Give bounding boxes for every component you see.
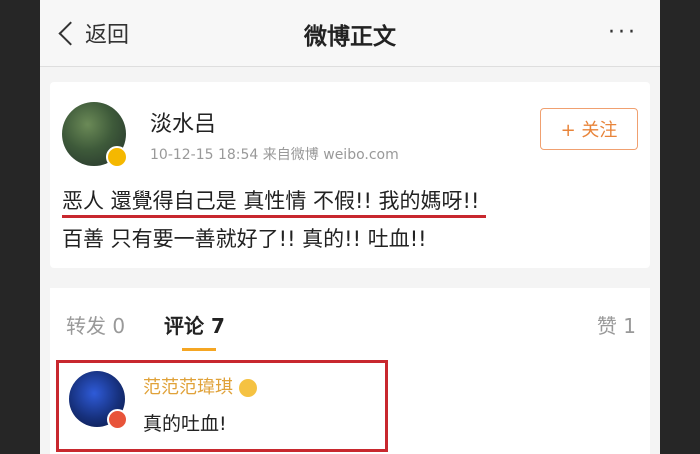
- comment-text: 真的吐血!: [143, 413, 227, 435]
- comment-list: 范范范瑋琪 真的吐血!: [50, 354, 650, 454]
- post-card: 淡水吕 10-12-15 18:54 来自微博 weibo.com + 关注 恶…: [50, 82, 650, 268]
- comment-author-name: 范范范瑋琪: [143, 377, 233, 398]
- tab-indicator: [182, 348, 216, 351]
- comment-author[interactable]: 范范范瑋琪: [143, 373, 257, 399]
- red-underline-annotation: [62, 215, 486, 218]
- avatar[interactable]: [62, 102, 128, 168]
- post-meta: 10-12-15 18:54 来自微博 weibo.com: [150, 147, 399, 163]
- post-text-line-2: 百善 只有要一善就好了!! 真的!! 吐血!!: [62, 227, 427, 251]
- follow-button[interactable]: + 关注: [540, 108, 638, 150]
- comment-avatar[interactable]: [69, 371, 128, 430]
- emoji-icon: [239, 379, 257, 397]
- verified-badge-icon: [107, 409, 128, 430]
- more-icon[interactable]: ···: [608, 20, 638, 45]
- comment-tabs: 转发 0 评论 7 赞 1: [50, 288, 650, 355]
- tab-comments[interactable]: 评论 7: [164, 310, 225, 339]
- tab-likes[interactable]: 赞 1: [597, 310, 636, 339]
- post-text: 恶人 還覺得自己是 真性情 不假!! 我的媽呀!! 百善 只有要一善就好了!! …: [62, 182, 642, 258]
- phone-screen: 返回 微博正文 ··· 淡水吕 10-12-15 18:54 来自微博 weib…: [40, 0, 660, 454]
- tab-repost[interactable]: 转发 0: [66, 310, 125, 339]
- post-author-name[interactable]: 淡水吕: [150, 106, 216, 138]
- nav-bar: 返回 微博正文 ···: [40, 0, 660, 67]
- verified-badge-icon: [106, 146, 128, 168]
- page-title: 微博正文: [304, 24, 396, 50]
- comment-item[interactable]: 范范范瑋琪 真的吐血!: [56, 360, 388, 452]
